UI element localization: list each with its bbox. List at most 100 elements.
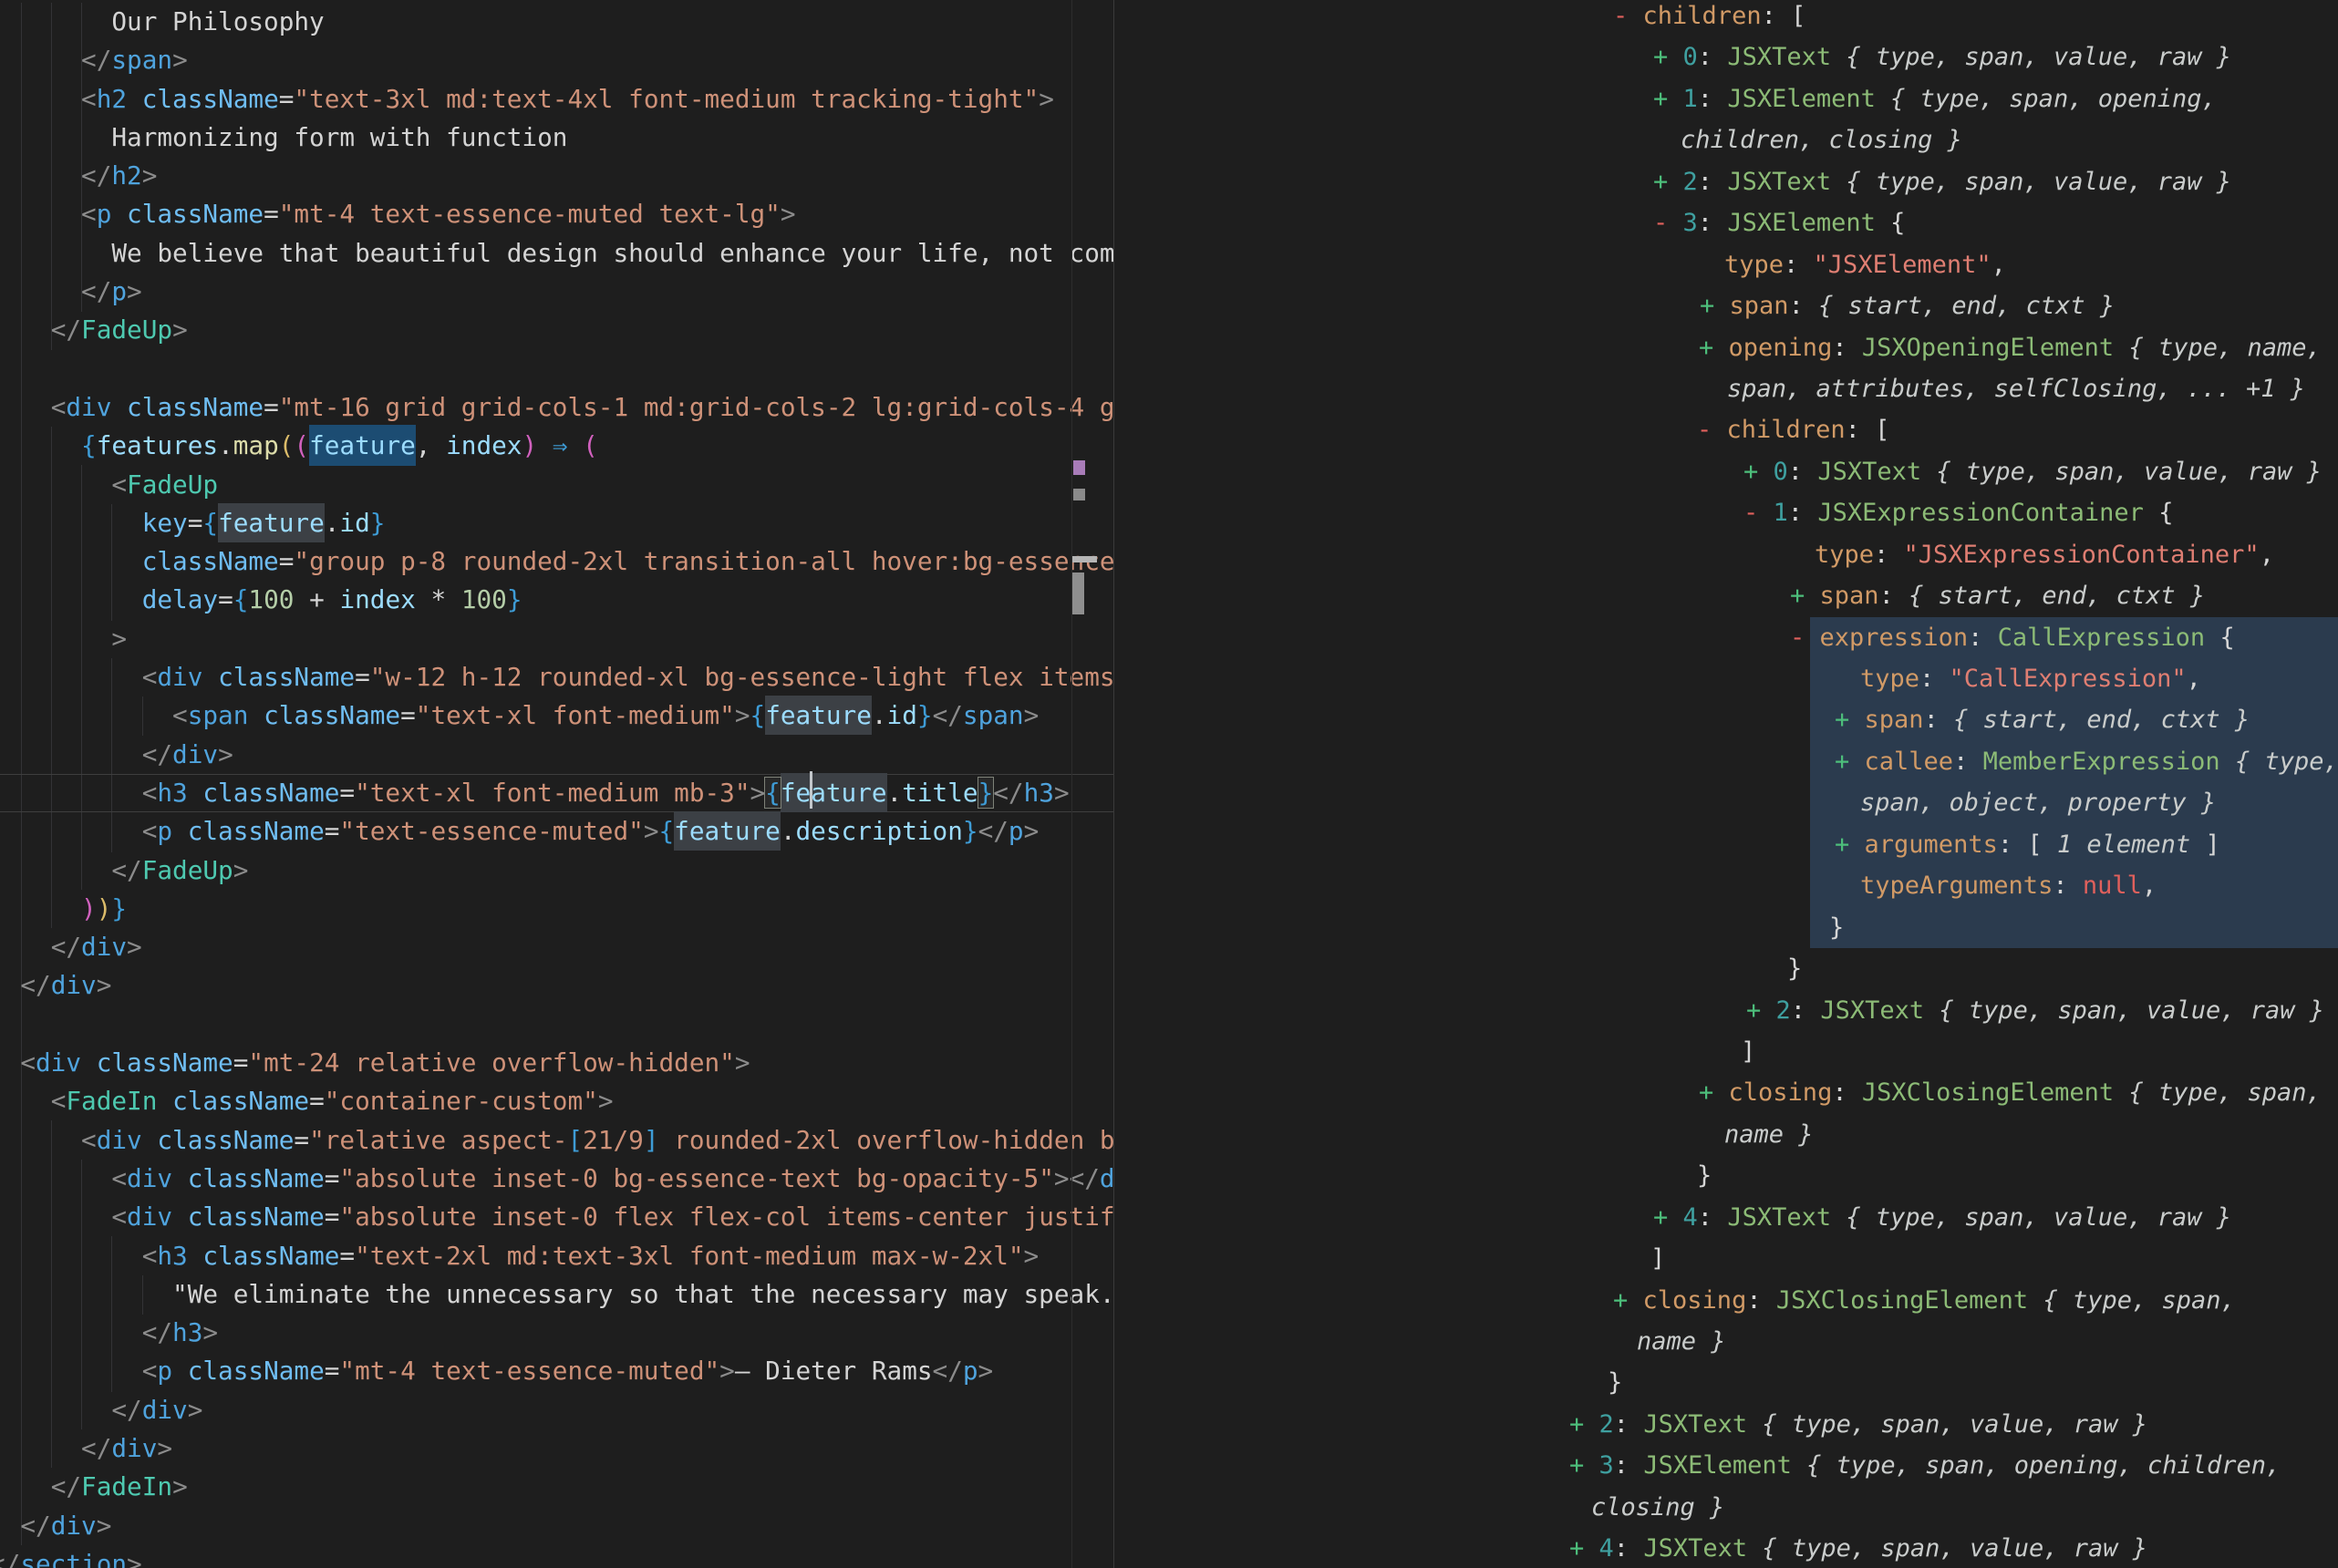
code-line[interactable]: className="group p-8 rounded-2xl transit…: [0, 542, 1113, 581]
code-line[interactable]: </div>: [0, 1429, 1113, 1468]
code-line[interactable]: </FadeUp>: [0, 851, 1113, 890]
code-line[interactable]: </h3>: [0, 1314, 1113, 1352]
expand-toggle-icon[interactable]: +: [1569, 1451, 1584, 1480]
code-line[interactable]: </div>: [0, 966, 1113, 1005]
code-line[interactable]: <p className="mt-4 text-essence-muted">—…: [0, 1352, 1113, 1390]
code-line[interactable]: </h2>: [0, 157, 1113, 195]
expand-toggle-icon[interactable]: +: [1835, 748, 1849, 776]
expand-toggle-icon[interactable]: +: [1700, 292, 1714, 320]
ast-row[interactable]: + arguments: [ 1 element ]: [1114, 824, 2338, 865]
ast-row[interactable]: - 3: JSXElement {: [1114, 202, 2338, 243]
code-line[interactable]: <div className="absolute inset-0 flex fl…: [0, 1198, 1113, 1236]
ast-row[interactable]: + 2: JSXText { type, span, value, raw }: [1114, 990, 2338, 1031]
ast-row[interactable]: }: [1114, 907, 2338, 948]
ast-panel[interactable]: - children: [+ 0: JSXText { type, span, …: [1114, 0, 2338, 1568]
ast-row[interactable]: typeArguments: null,: [1114, 865, 2338, 906]
expand-toggle-icon[interactable]: +: [1653, 85, 1668, 113]
code-line[interactable]: <p className="mt-4 text-essence-muted te…: [0, 195, 1113, 233]
ast-row[interactable]: + span: { start, end, ctxt }: [1114, 285, 2338, 326]
ast-row[interactable]: name }: [1114, 1321, 2338, 1362]
ast-row[interactable]: type: "JSXExpressionContainer",: [1114, 534, 2338, 575]
code-line[interactable]: [0, 1006, 1113, 1044]
code-line[interactable]: <FadeIn className="container-custom">: [0, 1082, 1113, 1120]
collapse-toggle-icon[interactable]: -: [1613, 2, 1628, 30]
code-line[interactable]: <span className="text-xl font-medium">{f…: [0, 696, 1113, 735]
ast-row[interactable]: + 1: JSXElement { type, span, opening,: [1114, 78, 2338, 119]
code-line[interactable]: </section>: [0, 1545, 1113, 1568]
expand-toggle-icon[interactable]: +: [1746, 996, 1761, 1025]
code-line[interactable]: {features.map((feature, index) ⇒ (: [0, 427, 1113, 465]
expand-toggle-icon[interactable]: +: [1653, 168, 1668, 196]
ast-rows[interactable]: - children: [+ 0: JSXText { type, span, …: [1114, 0, 2338, 1568]
expand-toggle-icon[interactable]: +: [1613, 1286, 1628, 1315]
expand-toggle-icon[interactable]: +: [1699, 334, 1713, 362]
expand-toggle-icon[interactable]: +: [1835, 830, 1849, 859]
code-line[interactable]: We believe that beautiful design should …: [0, 234, 1113, 273]
code-line[interactable]: [0, 350, 1113, 388]
ast-row[interactable]: + callee: MemberExpression { type,: [1114, 741, 2338, 782]
collapse-toggle-icon[interactable]: -: [1790, 624, 1805, 652]
expand-toggle-icon[interactable]: +: [1699, 1078, 1713, 1107]
code-line[interactable]: <div className="relative aspect-[21/9] r…: [0, 1121, 1113, 1160]
code-line[interactable]: <FadeUp: [0, 466, 1113, 504]
ast-row[interactable]: + 0: JSXText { type, span, value, raw }: [1114, 36, 2338, 77]
code-line[interactable]: key={feature.id}: [0, 504, 1113, 542]
code-line[interactable]: </div>: [0, 736, 1113, 774]
ast-row[interactable]: + closing: JSXClosingElement { type, spa…: [1114, 1280, 2338, 1321]
code-line[interactable]: </p>: [0, 273, 1113, 311]
expand-toggle-icon[interactable]: +: [1569, 1410, 1584, 1439]
ast-row[interactable]: + opening: JSXOpeningElement { type, nam…: [1114, 327, 2338, 368]
expand-toggle-icon[interactable]: +: [1835, 706, 1849, 734]
collapse-toggle-icon[interactable]: -: [1743, 499, 1758, 527]
ast-row[interactable]: name }: [1114, 1114, 2338, 1155]
code-line[interactable]: Harmonizing form with function: [0, 119, 1113, 157]
editor-lines[interactable]: Our Philosophy </span> <h2 className="te…: [0, 3, 1113, 1568]
code-line[interactable]: <div className="mt-24 relative overflow-…: [0, 1044, 1113, 1082]
ast-row[interactable]: + span: { start, end, ctxt }: [1114, 699, 2338, 740]
ast-row[interactable]: }: [1114, 1362, 2338, 1403]
code-line[interactable]: delay={100 + index * 100}: [0, 581, 1113, 619]
collapse-toggle-icon[interactable]: -: [1653, 209, 1668, 237]
ast-row[interactable]: - expression: CallExpression {: [1114, 617, 2338, 658]
ast-row[interactable]: + span: { start, end, ctxt }: [1114, 575, 2338, 616]
ast-row[interactable]: + 4: JSXText { type, span, value, raw }: [1114, 1528, 2338, 1568]
ast-row[interactable]: ]: [1114, 1238, 2338, 1279]
ast-row[interactable]: type: "JSXElement",: [1114, 244, 2338, 285]
code-line[interactable]: <h2 className="text-3xl md:text-4xl font…: [0, 80, 1113, 119]
code-line[interactable]: </FadeIn>: [0, 1468, 1113, 1506]
expand-toggle-icon[interactable]: +: [1743, 458, 1758, 486]
code-line-current[interactable]: <h3 className="text-xl font-medium mb-3"…: [0, 774, 1113, 812]
ast-row[interactable]: ]: [1114, 1031, 2338, 1072]
code-line[interactable]: </div>: [0, 1507, 1113, 1545]
ast-row[interactable]: + 2: JSXText { type, span, value, raw }: [1114, 1404, 2338, 1445]
ast-row[interactable]: - children: [: [1114, 0, 2338, 36]
ast-row[interactable]: + 4: JSXText { type, span, value, raw }: [1114, 1197, 2338, 1238]
code-line[interactable]: </div>: [0, 1391, 1113, 1429]
code-line[interactable]: Our Philosophy: [0, 3, 1113, 41]
ast-row[interactable]: + 3: JSXElement { type, span, opening, c…: [1114, 1445, 2338, 1486]
ast-row[interactable]: }: [1114, 948, 2338, 989]
ast-row[interactable]: }: [1114, 1155, 2338, 1196]
code-line[interactable]: <div className="absolute inset-0 bg-esse…: [0, 1160, 1113, 1198]
expand-toggle-icon[interactable]: +: [1569, 1534, 1584, 1563]
code-line[interactable]: ))}: [0, 890, 1113, 928]
ast-row[interactable]: span, attributes, selfClosing, ... +1 }: [1114, 368, 2338, 409]
code-line[interactable]: </span>: [0, 41, 1113, 79]
ast-row[interactable]: + 0: JSXText { type, span, value, raw }: [1114, 451, 2338, 492]
expand-toggle-icon[interactable]: +: [1653, 1203, 1668, 1232]
ast-row[interactable]: closing }: [1114, 1487, 2338, 1528]
code-line[interactable]: <p className="text-essence-muted">{featu…: [0, 812, 1113, 851]
code-line[interactable]: </div>: [0, 928, 1113, 966]
collapse-toggle-icon[interactable]: -: [1697, 416, 1712, 444]
code-editor-pane[interactable]: Our Philosophy </span> <h2 className="te…: [0, 0, 1113, 1568]
ast-row[interactable]: + closing: JSXClosingElement { type, spa…: [1114, 1072, 2338, 1113]
code-line[interactable]: </FadeUp>: [0, 311, 1113, 349]
ast-row[interactable]: children, closing }: [1114, 119, 2338, 160]
expand-toggle-icon[interactable]: +: [1653, 43, 1668, 71]
code-line[interactable]: >: [0, 620, 1113, 658]
expand-toggle-icon[interactable]: +: [1790, 582, 1805, 610]
code-line[interactable]: <div className="w-12 h-12 rounded-xl bg-…: [0, 658, 1113, 696]
code-line[interactable]: <h3 className="text-2xl md:text-3xl font…: [0, 1237, 1113, 1275]
ast-row[interactable]: - children: [: [1114, 409, 2338, 450]
ast-row[interactable]: type: "CallExpression",: [1114, 658, 2338, 699]
